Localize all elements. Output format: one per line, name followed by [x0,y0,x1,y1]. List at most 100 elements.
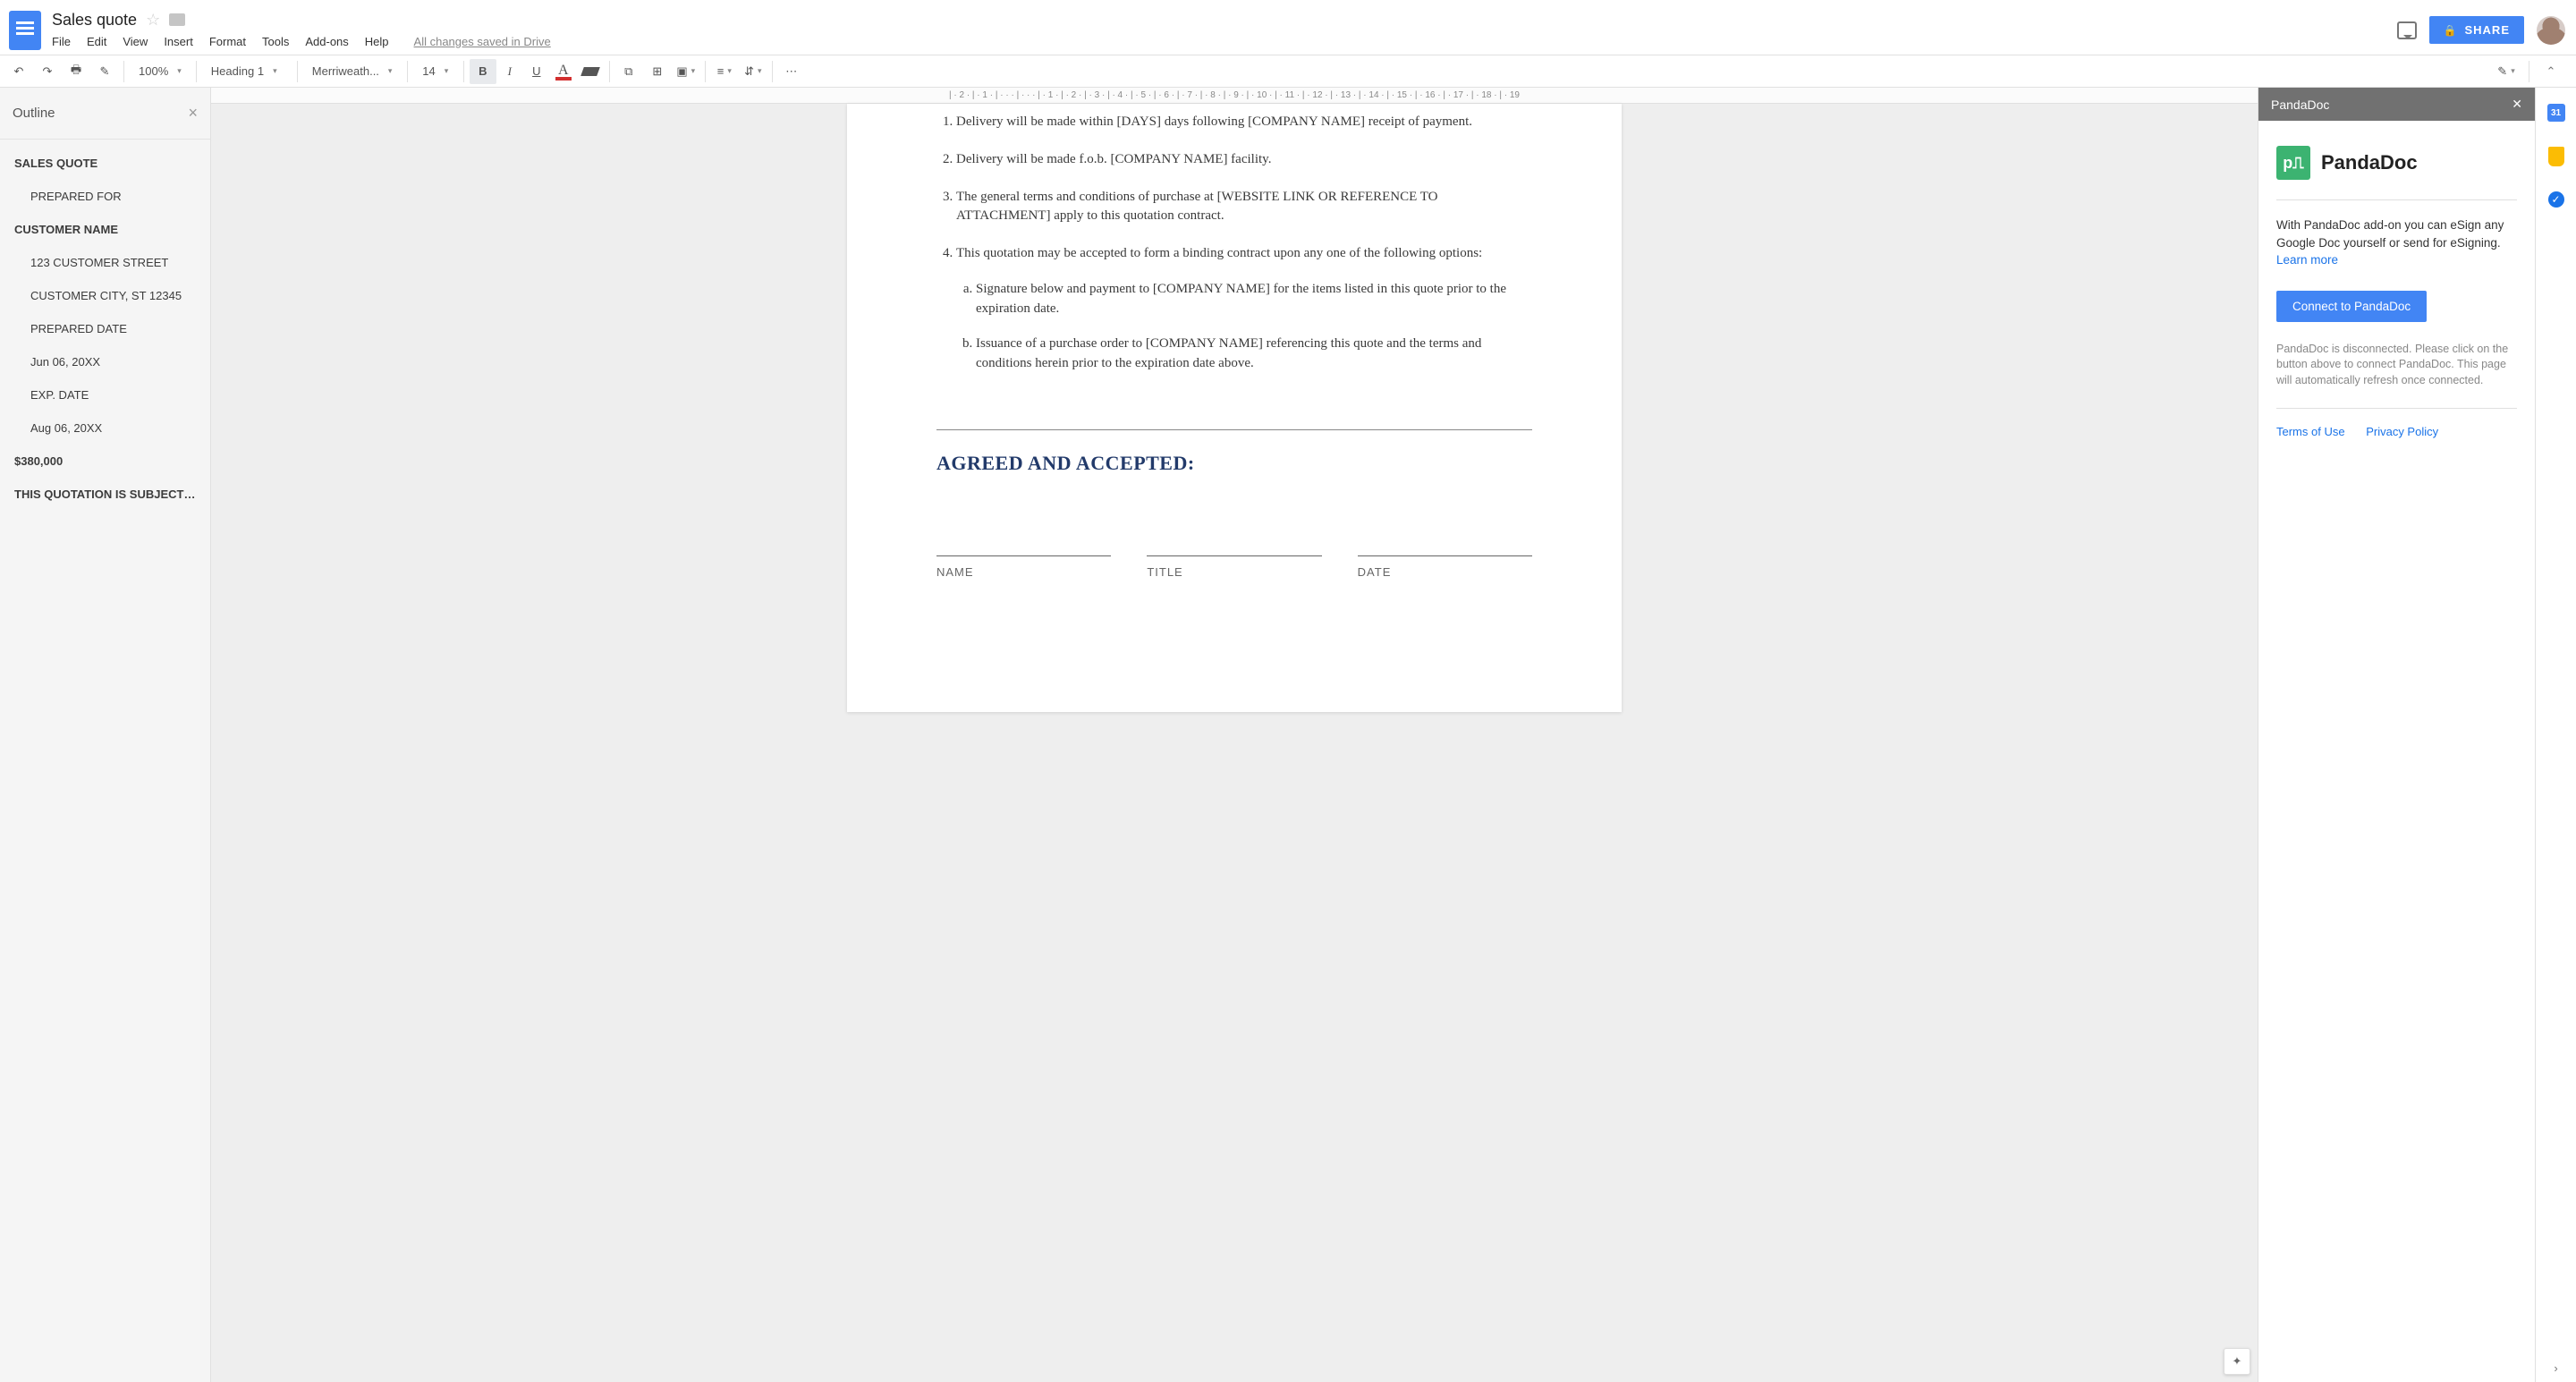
signature-name: NAME [936,555,1111,579]
signature-row: NAME TITLE DATE [936,555,1532,579]
outline-item[interactable]: 123 CUSTOMER STREET [0,246,210,279]
zoom-dropdown[interactable]: 100%▾ [130,59,191,84]
highlight-button[interactable] [577,59,604,84]
menu-help[interactable]: Help [365,35,389,48]
editing-mode-icon[interactable]: ✎ [2493,59,2520,84]
title-block: Sales quote ☆ File Edit View Insert Form… [52,11,551,50]
list-item: Delivery will be made within [DAYS] days… [956,113,1532,132]
menu-view[interactable]: View [123,35,148,48]
saved-status[interactable]: All changes saved in Drive [414,35,551,48]
list-item: Issuance of a purchase order to [COMPANY… [976,335,1532,374]
outline-item[interactable]: PREPARED DATE [0,312,210,345]
signature-title: TITLE [1147,555,1321,579]
pandadoc-description: With PandaDoc add-on you can eSign any G… [2276,218,2504,250]
star-icon[interactable]: ☆ [146,11,160,30]
menu-file[interactable]: File [52,35,71,48]
font-dropdown[interactable]: Merriweath...▾ [303,59,402,84]
header-right: SHARE [2397,16,2565,45]
outline-item[interactable]: CUSTOMER CITY, ST 12345 [0,279,210,312]
pandadoc-logo-icon: p⎍ [2276,146,2310,180]
zoom-value: 100% [139,64,168,78]
undo-icon[interactable]: ↶ [5,59,32,84]
document-canvas[interactable]: | · 2 · | · 1 · | · · · | · · · | · 1 · … [211,88,2258,1382]
list-item: The general terms and conditions of purc… [956,188,1532,227]
signature-date: DATE [1358,555,1532,579]
close-outline-icon[interactable]: × [188,104,198,123]
ruler-marks: | · 2 · | · 1 · | · · · | · · · | · 1 · … [949,90,1520,100]
pandadoc-header: PandaDoc ✕ [2258,88,2535,121]
insert-comment-icon[interactable]: ⊞ [644,59,671,84]
collapse-toolbar-icon[interactable]: ⌃ [2538,64,2563,79]
ruler[interactable]: | · 2 · | · 1 · | · · · | · · · | · 1 · … [211,88,2258,104]
italic-button[interactable]: I [496,59,523,84]
menu-addons[interactable]: Add-ons [305,35,348,48]
style-value: Heading 1 [211,64,264,78]
bold-button[interactable]: B [470,59,496,84]
text-color-button[interactable]: A [550,59,577,84]
outline-title: Outline [13,106,55,121]
redo-icon[interactable]: ↷ [34,59,61,84]
print-icon[interactable]: 🖶 [63,59,89,84]
align-icon[interactable]: ≡ [711,59,738,84]
share-label: SHARE [2464,23,2510,37]
size-value: 14 [422,64,435,78]
menu-insert[interactable]: Insert [164,35,193,48]
lock-icon [2444,23,2458,37]
menu-format[interactable]: Format [209,35,246,48]
comments-icon[interactable] [2397,21,2417,39]
outline-item[interactable]: THIS QUOTATION IS SUBJECT… [0,478,210,511]
line-spacing-icon[interactable]: ⇵ [740,59,767,84]
expand-siderail-icon[interactable]: › [2554,1361,2557,1375]
connect-pandadoc-button[interactable]: Connect to PandaDoc [2276,291,2427,322]
insert-link-icon[interactable]: ⧉ [615,59,642,84]
font-value: Merriweath... [312,64,379,78]
pandadoc-panel: PandaDoc ✕ p⎍ PandaDoc With PandaDoc add… [2258,88,2535,1382]
outline-item[interactable]: PREPARED FOR [0,180,210,213]
doc-title[interactable]: Sales quote [52,11,137,30]
keep-icon[interactable] [2548,147,2564,166]
list-item: Signature below and payment to [COMPANY … [976,280,1532,319]
toolbar: ↶ ↷ 🖶 ✎ 100%▾ Heading 1▾ Merriweath...▾ … [0,55,2576,88]
privacy-link[interactable]: Privacy Policy [2366,425,2438,438]
outline-item[interactable]: CUSTOMER NAME [0,213,210,246]
terms-list: Delivery will be made within [DAYS] days… [936,113,1532,374]
close-pandadoc-icon[interactable]: ✕ [2512,97,2522,112]
outline-item[interactable]: $380,000 [0,445,210,478]
tasks-icon[interactable]: ✓ [2548,191,2564,208]
docs-logo-icon[interactable] [9,11,41,50]
app-header: Sales quote ☆ File Edit View Insert Form… [0,0,2576,55]
outline-item[interactable]: Jun 06, 20XX [0,345,210,378]
underline-button[interactable]: U [523,59,550,84]
list-item: This quotation may be accepted to form a… [956,244,1532,374]
learn-more-link[interactable]: Learn more [2276,253,2338,267]
terms-link[interactable]: Terms of Use [2276,425,2345,438]
page[interactable]: Delivery will be made within [DAYS] days… [847,104,1622,712]
insert-image-icon[interactable]: ▣ [673,59,699,84]
pandadoc-brand-text: PandaDoc [2321,151,2418,174]
paint-format-icon[interactable]: ✎ [91,59,118,84]
agreed-heading: AGREED AND ACCEPTED: [936,452,1532,475]
more-icon[interactable]: ⋯ [778,59,805,84]
pandadoc-title: PandaDoc [2271,98,2329,112]
calendar-icon[interactable]: 31 [2547,104,2565,122]
menu-tools[interactable]: Tools [262,35,289,48]
list-item: Delivery will be made f.o.b. [COMPANY NA… [956,150,1532,170]
pandadoc-status: PandaDoc is disconnected. Please click o… [2276,342,2517,389]
outline-item[interactable]: SALES QUOTE [0,147,210,180]
side-rail: 31 ✓ › [2535,88,2576,1382]
paragraph-style-dropdown[interactable]: Heading 1▾ [202,59,292,84]
outline-item[interactable]: EXP. DATE [0,378,210,411]
explore-button[interactable]: ✦ [2224,1348,2250,1375]
main-area: Outline × SALES QUOTEPREPARED FORCUSTOME… [0,88,2576,1382]
sublist: Signature below and payment to [COMPANY … [956,280,1532,374]
share-button[interactable]: SHARE [2429,16,2524,44]
outline-panel: Outline × SALES QUOTEPREPARED FORCUSTOME… [0,88,211,1382]
avatar[interactable] [2537,16,2565,45]
outline-list: SALES QUOTEPREPARED FORCUSTOMER NAME123 … [0,147,210,511]
outline-item[interactable]: Aug 06, 20XX [0,411,210,445]
font-size-dropdown[interactable]: 14▾ [413,59,458,84]
folder-icon[interactable] [169,13,185,26]
menu-edit[interactable]: Edit [87,35,106,48]
menu-bar: File Edit View Insert Format Tools Add-o… [52,31,551,50]
signature-separator [936,429,1532,430]
